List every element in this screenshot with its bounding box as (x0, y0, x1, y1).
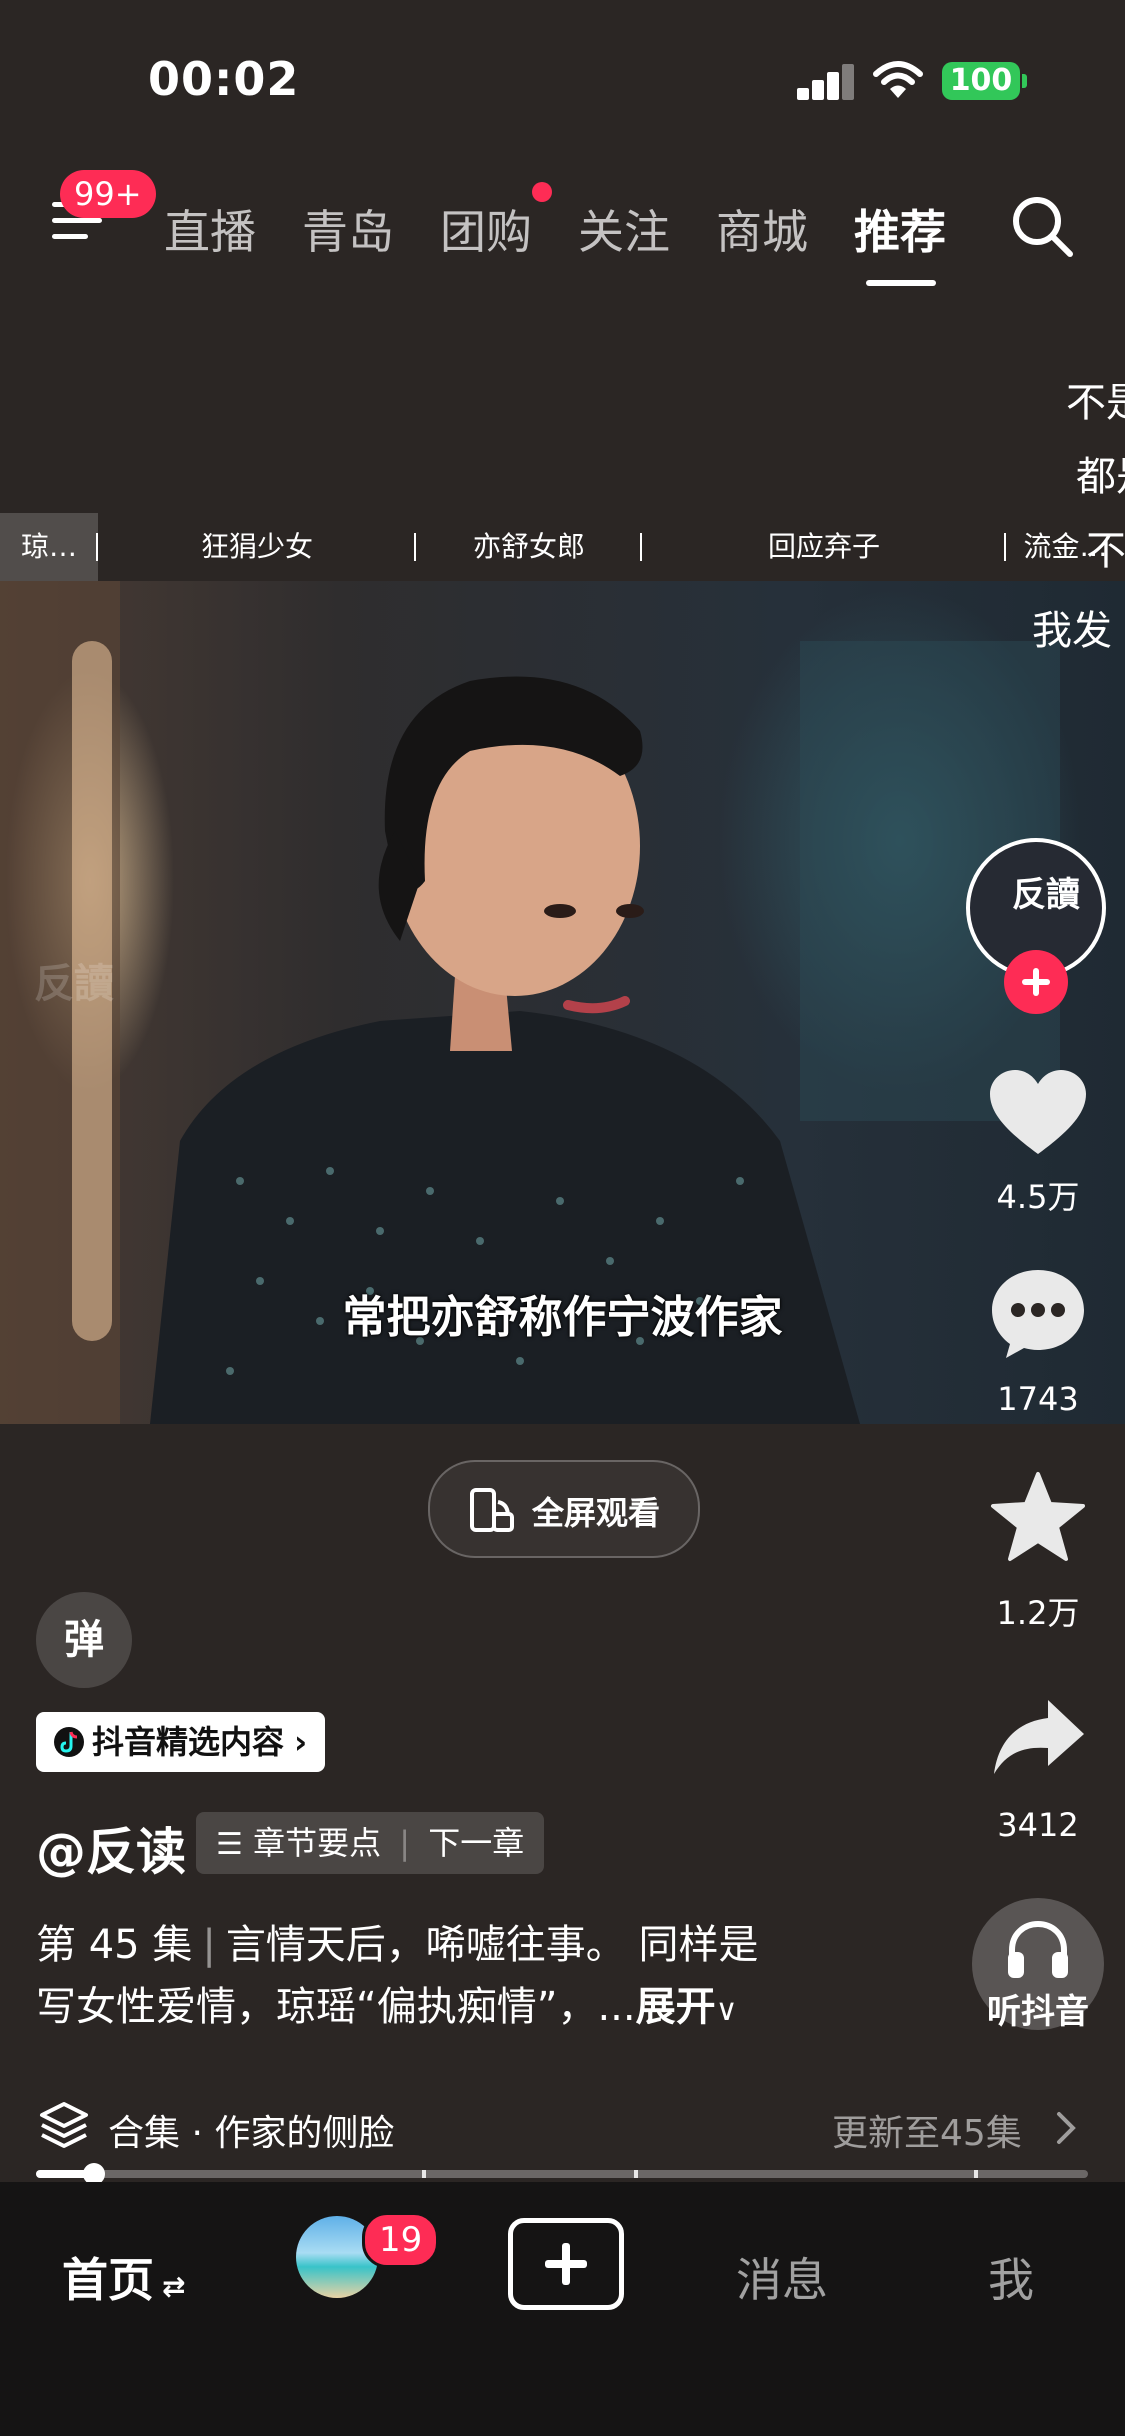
description-line: 写女性爱情，琼瑶“偏执痴情”，...展开∨ (36, 1976, 856, 2042)
tab-following[interactable]: 关注 (578, 196, 670, 262)
chevron-right-icon: › (294, 1723, 308, 1761)
follow-plus-button[interactable] (1004, 950, 1068, 1014)
nav-home-label: 首页 (62, 2253, 154, 2307)
collection-layers-icon (40, 2102, 88, 2148)
progress-tick (974, 2170, 978, 2178)
video-watermark: 反讀 (34, 961, 114, 1007)
chapter-points-button[interactable]: 章节要点 (253, 1824, 381, 1862)
collection-update-status[interactable]: 更新至45集 (832, 2104, 1022, 2156)
pill-divider: | (399, 1824, 411, 1862)
collection-title[interactable]: 合集 · 作家的侧脸 (108, 2104, 394, 2156)
progress-tick (422, 2170, 426, 2178)
chapter-chip[interactable]: 狂狷少女 (98, 513, 416, 581)
danmaku-toggle-button[interactable]: 弹 (36, 1592, 132, 1688)
expand-button[interactable]: 展开 (636, 1984, 716, 2030)
swap-icon: ⇄ (162, 2270, 186, 2303)
collection-progress-bar[interactable] (36, 2163, 1088, 2185)
list-icon: ☰ (216, 1827, 243, 1862)
chapter-chip[interactable]: 琼… (0, 513, 98, 581)
douyin-logo-icon (54, 1727, 84, 1757)
fullscreen-label: 全屏观看 (532, 1494, 661, 1532)
plus-icon (1022, 968, 1050, 996)
description-line: 第 45 集 | 言情天后，唏嘘往事。 同样是 (36, 1914, 856, 1976)
video-player[interactable]: 反讀 常把亦舒称作宁波作家 (0, 581, 1125, 1424)
tab-recommend[interactable]: 推荐 (854, 196, 946, 262)
video-description[interactable]: 第 45 集 | 言情天后，唏嘘往事。 同样是 写女性爱情，琼瑶“偏执痴情”，...… (36, 1914, 856, 2042)
battery-indicator: 100 (942, 62, 1020, 100)
bottom-nav: 首页 ⇄ 19 消息 我 (0, 2182, 1125, 2436)
chevron-down-icon: ∨ (715, 1993, 738, 2028)
tab-live[interactable]: 直播 (164, 196, 256, 262)
friends-notification-badge: 19 (362, 2212, 440, 2268)
tab-mall[interactable]: 商城 (716, 196, 808, 262)
nav-messages[interactable]: 消息 (736, 2244, 828, 2310)
next-chapter-button[interactable]: 下一章 (428, 1824, 524, 1862)
avatar-logo-text: 反讀 (1012, 875, 1080, 915)
search-icon[interactable] (1010, 194, 1076, 260)
comment-count: 1743 (997, 1380, 1079, 1418)
episode-label: 第 45 集 (36, 1922, 193, 1968)
nav-home[interactable]: 首页 ⇄ (62, 2244, 185, 2310)
active-tab-indicator (866, 280, 936, 286)
like-count: 4.5万 (996, 1178, 1080, 1216)
progress-tick (634, 2170, 638, 2178)
status-time: 00:02 (148, 52, 300, 106)
author-name[interactable]: @反读 (36, 1812, 186, 1884)
like-heart-icon[interactable] (988, 1068, 1088, 1158)
menu-notification-badge: 99+ (60, 170, 156, 218)
danmaku-comment: 我发 (1032, 608, 1112, 654)
favorite-count: 1.2万 (996, 1594, 1080, 1632)
episode-divider: | (202, 1922, 216, 1968)
chapter-chip[interactable]: 亦舒女郎 (416, 513, 642, 581)
battery-tip (1022, 74, 1027, 88)
video-subtitle: 常把亦舒称作宁波作家 (342, 1292, 783, 1343)
chapter-pill: ☰ 章节要点 | 下一章 (196, 1812, 545, 1874)
chapter-chip[interactable]: 回应弃子 (642, 513, 1006, 581)
comment-icon[interactable] (988, 1266, 1088, 1360)
share-count: 3412 (997, 1806, 1079, 1844)
favorite-star-icon[interactable] (990, 1470, 1086, 1562)
description-text: 言情天后，唏嘘往事。 同样是 (225, 1922, 759, 1968)
share-arrow-icon[interactable] (992, 1696, 1086, 1776)
nav-me[interactable]: 我 (988, 2244, 1034, 2310)
danmaku-comment: 不是 (1066, 380, 1125, 426)
chapter-strip: 琼… 狂狷少女 亦舒女郎 回应弃子 流金… (0, 513, 1125, 581)
tab-group-buy[interactable]: 团购 (440, 196, 532, 262)
create-post-button[interactable] (508, 2218, 624, 2310)
fullscreen-button[interactable]: 全屏观看 (428, 1460, 700, 1558)
signal-icon (797, 64, 854, 100)
plus-icon (545, 2243, 587, 2285)
tab-qingdao[interactable]: 青岛 (302, 196, 394, 262)
chapter-chip[interactable]: 流金… (1006, 513, 1125, 581)
chevron-right-icon[interactable] (1054, 2110, 1078, 2146)
featured-tag-label: 抖音精选内容 (92, 1723, 285, 1761)
danmaku-comment: 都是 (1076, 454, 1125, 500)
listen-douyin-label: 听抖音 (987, 1992, 1089, 2032)
description-text: 写女性爱情，琼瑶“偏执痴情”，... (36, 1984, 636, 2030)
fullscreen-rotate-icon (470, 1488, 514, 1532)
featured-content-tag[interactable]: 抖音精选内容 › (36, 1712, 326, 1772)
group-buy-dot (532, 182, 552, 202)
headphones-icon (1008, 1920, 1068, 1978)
wifi-icon (873, 61, 923, 98)
